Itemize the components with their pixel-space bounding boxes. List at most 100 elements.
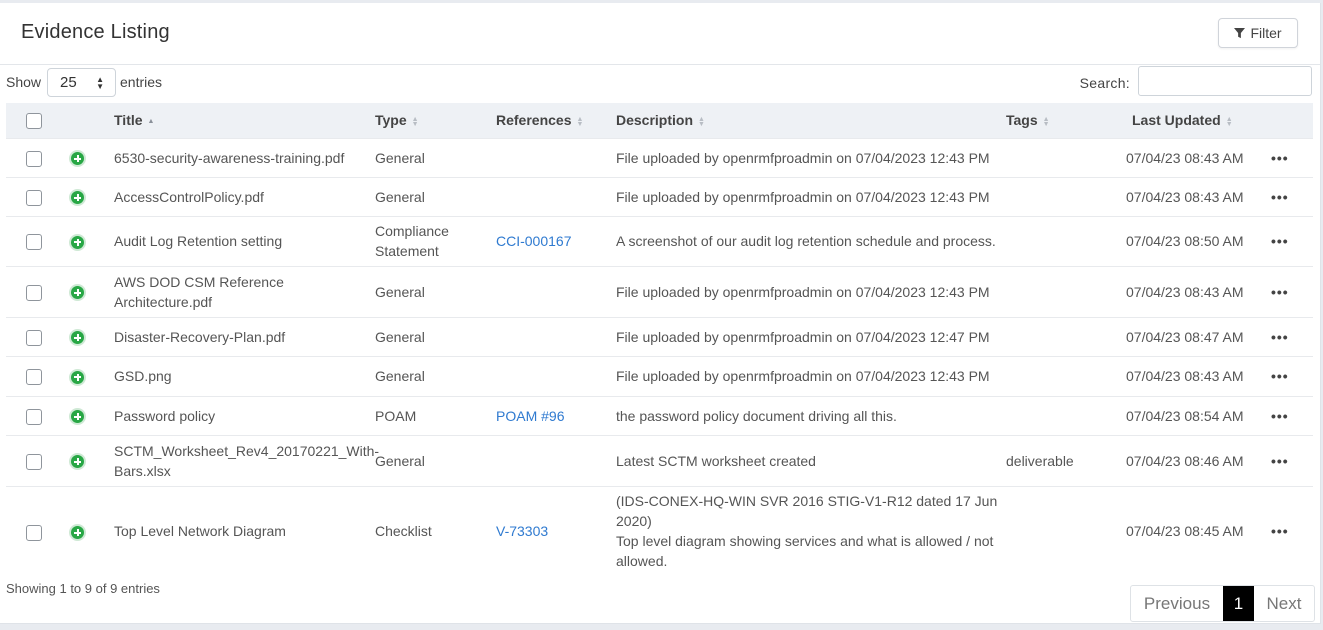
cell-title[interactable]: GSD.png [114,355,375,396]
cell-title[interactable]: SCTM_Worksheet_Rev4_20170221_With-Bars.x… [114,434,379,486]
expand-row-icon[interactable] [69,189,86,207]
expand-row-icon[interactable] [69,233,86,251]
cell-tags [1006,485,1126,576]
search-input[interactable] [1138,66,1312,96]
column-header-type[interactable]: Type ▲ ▼ [375,103,496,138]
evidence-table: Title ▲ Type ▲ ▼ References ▲ ▼ Description ▲ ▼… [6,103,1313,576]
filter-button[interactable]: Filter [1218,18,1298,48]
expand-row-icon[interactable] [69,368,86,386]
table-row: Disaster-Recovery-Plan.pdf General File up… [6,316,1313,356]
cell-title[interactable]: 6530-security-awareness-training.pdf [114,137,375,177]
sort-icon: ▲ ▼ [411,115,419,128]
next-page-button[interactable]: Next [1254,586,1314,621]
cell-actions: ••• [1263,485,1313,576]
cell-tags [1006,176,1126,216]
cell-actions: ••• [1263,395,1313,435]
row-checkbox[interactable] [26,284,42,301]
expand-row-icon[interactable] [69,150,86,168]
expand-row-icon[interactable] [69,408,86,426]
expand-row-icon[interactable] [69,453,86,471]
entries-label: entries [120,74,163,90]
cell-last-updated: 07/04/23 08:46 AM [1126,434,1263,486]
column-title-label: Title [114,112,143,129]
row-expand-cell [58,215,114,266]
cell-tags [1006,395,1126,435]
row-checkbox[interactable] [26,150,42,167]
cell-tags [1006,316,1126,356]
entries-select-value: 25 [60,74,77,91]
table-controls: Show 25 ▲ ▼ entries Search: [0,65,1320,103]
row-actions-menu-icon[interactable]: ••• [1271,189,1289,205]
row-checkbox[interactable] [26,453,42,470]
cell-actions: ••• [1263,215,1313,266]
cell-actions: ••• [1263,434,1313,486]
cell-references [496,137,616,177]
column-header-tags[interactable]: Tags ▲ ▼ [1006,103,1126,138]
column-header-references[interactable]: References ▲ ▼ [496,103,616,138]
row-checkbox[interactable] [26,524,42,541]
column-references-label: References [496,112,572,129]
row-select-cell [6,395,58,435]
entries-select[interactable]: 25 ▲ ▼ [47,68,116,97]
column-tags-label: Tags [1006,112,1038,129]
expand-row-icon[interactable] [69,284,86,302]
cell-title[interactable]: Disaster-Recovery-Plan.pdf [114,316,375,356]
previous-page-button[interactable]: Previous [1131,586,1223,621]
expand-row-icon[interactable] [69,329,86,347]
select-all-checkbox[interactable] [26,112,42,129]
cell-actions: ••• [1263,137,1313,177]
row-actions-menu-icon[interactable]: ••• [1271,408,1289,424]
cell-actions: ••• [1263,176,1313,216]
row-select-cell [6,176,58,216]
column-header-title[interactable]: Title ▲ [114,103,375,138]
cell-description: File uploaded by openrmfproadmin on 07/0… [616,137,1006,177]
reference-link[interactable]: CCI-000167 [496,233,572,249]
cell-type: General [375,316,496,356]
row-actions-menu-icon[interactable]: ••• [1271,284,1289,300]
cell-title[interactable]: AWS DOD CSM Reference Architecture.pdf [114,265,375,317]
cell-description: the password policy document driving all… [616,395,1006,435]
column-header-last-updated[interactable]: Last Updated ▲ ▼ [1126,103,1263,138]
table-row: AWS DOD CSM Reference Architecture.pdf Ge… [6,265,1313,317]
row-select-cell [6,355,58,396]
pagination: Previous 1 Next [1130,585,1315,622]
cell-title[interactable]: Top Level Network Diagram [114,485,375,576]
table-row: 6530-security-awareness-training.pdf Gene… [6,137,1313,177]
cell-references [496,265,616,317]
cell-last-updated: 07/04/23 08:43 AM [1126,355,1263,396]
reference-link[interactable]: POAM #96 [496,408,564,424]
cell-type: General [375,265,496,317]
row-checkbox[interactable] [26,408,42,425]
reference-link[interactable]: V-73303 [496,523,548,539]
row-checkbox[interactable] [26,189,42,206]
row-checkbox[interactable] [26,234,42,251]
cell-description: File uploaded by openrmfproadmin on 07/0… [616,355,1006,396]
cell-references [496,176,616,216]
page-1-button[interactable]: 1 [1223,586,1254,621]
row-checkbox[interactable] [26,329,42,346]
row-expand-cell [58,176,114,216]
expand-row-icon[interactable] [69,524,86,542]
cell-type: General [375,355,496,396]
row-select-cell [6,215,58,266]
cell-tags [1006,137,1126,177]
row-actions-menu-icon[interactable]: ••• [1271,329,1289,345]
row-checkbox[interactable] [26,369,42,386]
cell-title[interactable]: Audit Log Retention setting [114,215,375,266]
cell-tags [1006,265,1126,317]
row-actions-menu-icon[interactable]: ••• [1271,523,1289,539]
cell-references [496,434,616,486]
show-label: Show [6,74,42,90]
cell-title[interactable]: Password policy [114,395,375,435]
sort-icon: ▲ ▼ [1042,115,1050,128]
row-select-cell [6,137,58,177]
row-expand-cell [58,355,114,396]
row-actions-menu-icon[interactable]: ••• [1271,453,1289,469]
table-row: AccessControlPolicy.pdf General File uploa… [6,176,1313,216]
cell-title[interactable]: AccessControlPolicy.pdf [114,176,375,216]
column-header-description[interactable]: Description ▲ ▼ [616,103,1006,138]
row-actions-menu-icon[interactable]: ••• [1271,233,1289,249]
row-actions-menu-icon[interactable]: ••• [1271,368,1289,384]
row-actions-menu-icon[interactable]: ••• [1271,150,1289,166]
table-header-row: Title ▲ Type ▲ ▼ References ▲ ▼ Description ▲ ▼… [6,103,1313,138]
